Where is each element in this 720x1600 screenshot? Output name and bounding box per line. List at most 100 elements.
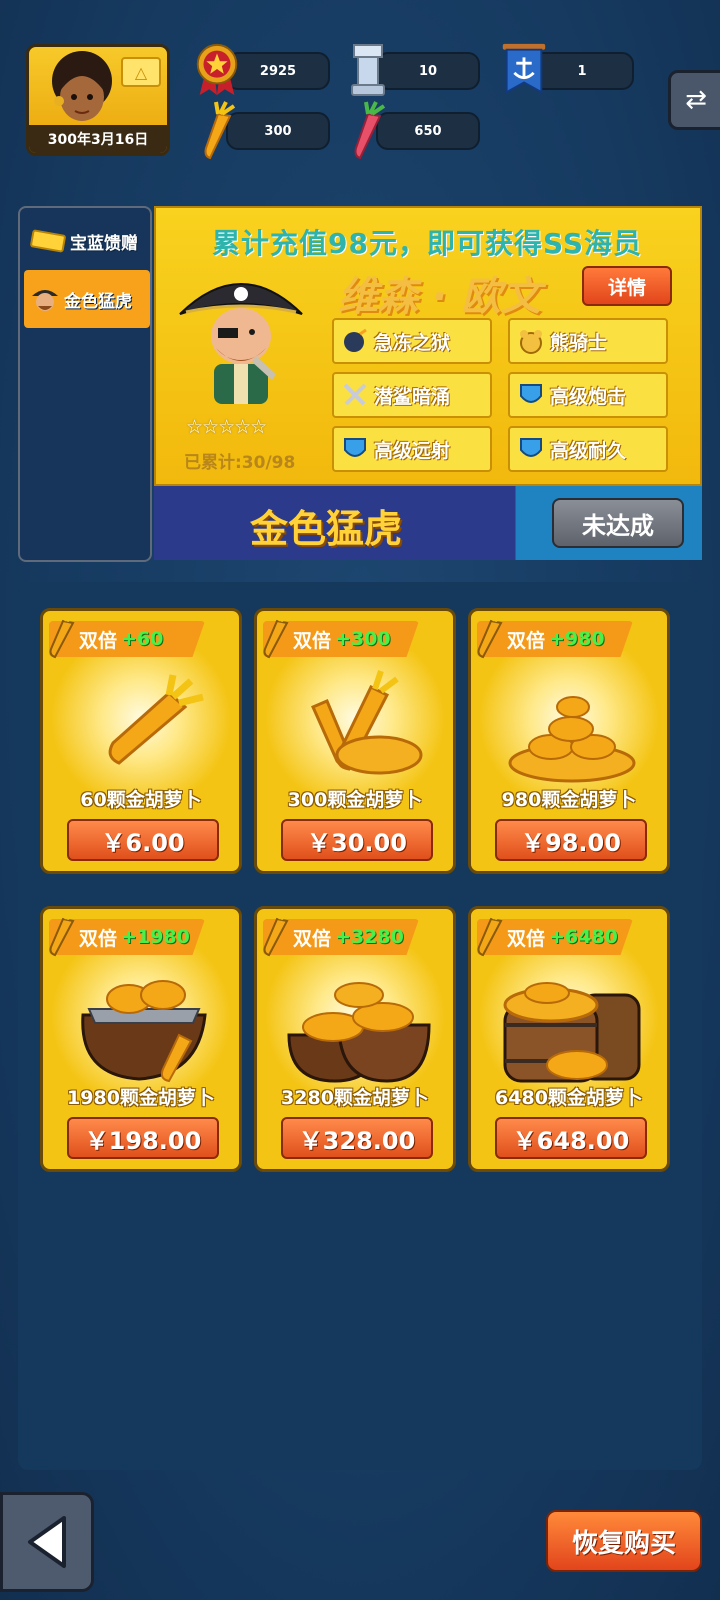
item-label: 3280颗金胡萝卜: [281, 1087, 429, 1109]
bonus-amount: +1980: [121, 926, 190, 948]
double-label: 双倍: [507, 629, 546, 652]
pirate-captain-icon: [179, 283, 303, 404]
rating-stars: ☆☆☆☆☆: [186, 416, 267, 438]
swap-button[interactable]: ⇄: [668, 70, 720, 130]
player-avatar[interactable]: △ 300年3月16日: [26, 44, 170, 156]
rank-triangle-icon: △: [121, 57, 161, 87]
stat-anchor-value: 1: [577, 63, 587, 79]
bonus-amount: +980: [549, 628, 605, 650]
tier-status-bar: 金色猛虎 未达成: [154, 486, 702, 560]
stat-tower-value: 10: [418, 63, 438, 79]
carrot-bag-icon: [81, 980, 207, 1083]
price-button[interactable]: ￥648.00: [495, 1117, 647, 1159]
tab-blue-gift[interactable]: 宝蓝馈赠: [24, 212, 150, 270]
shield-icon: [520, 438, 542, 457]
ticket-icon: [30, 229, 66, 253]
skill-frozen-hell[interactable]: 急冻之狱: [332, 318, 492, 364]
promo-character-name: 维森 · 欧文: [338, 274, 542, 320]
stat-red-carrot-value: 650: [414, 123, 442, 139]
double-label: 双倍: [293, 927, 332, 950]
back-button[interactable]: [0, 1492, 94, 1592]
skill-shark-undercurrent[interactable]: 潜鲨暗涌: [332, 372, 492, 418]
item-label: 300颗金胡萝卜: [287, 789, 423, 811]
item-label: 980颗金胡萝卜: [501, 789, 637, 811]
carrot-pile-icon: [508, 696, 636, 783]
gold-carrot-icon: [204, 101, 236, 160]
badge-carrot-icon: [263, 611, 292, 659]
skill-label: 潜鲨暗涌: [374, 385, 451, 408]
store-item-3280[interactable]: 双倍 +3280 3280颗金胡萝卜 ￥328.00: [254, 906, 456, 1172]
item-label: 60颗金胡萝卜: [80, 789, 202, 811]
double-label: 双倍: [79, 629, 118, 652]
star-medal-icon: [196, 43, 238, 95]
skill-advanced-longshot[interactable]: 高级远射: [332, 426, 492, 472]
bear-icon: [520, 330, 542, 354]
store-item-60[interactable]: 双倍 +60 60颗金胡萝卜 ￥6.00: [40, 608, 242, 874]
stat-gold-carrot-value: 300: [264, 123, 292, 139]
anchor-banner-icon: [502, 43, 546, 94]
bonus-amount: +300: [335, 628, 391, 650]
price-button[interactable]: ￥98.00: [495, 819, 647, 861]
store-item-6480[interactable]: 双倍 +6480 6480颗金胡萝卜 ￥648.00: [468, 906, 670, 1172]
badge-carrot-icon: [477, 611, 506, 659]
carrot-barrel-icon: [503, 982, 641, 1083]
tab-golden-tiger[interactable]: 金色猛虎: [24, 270, 150, 328]
game-date: 300年3月16日: [29, 125, 167, 153]
details-button[interactable]: 详情: [582, 266, 672, 306]
back-arrow-icon: [28, 1516, 66, 1568]
store-item-980[interactable]: 双倍 +980 980颗金胡萝卜 ￥98.00: [468, 608, 670, 874]
stat-tower: 10: [376, 52, 480, 90]
badge-carrot-icon: [49, 909, 78, 957]
single-carrot-icon: [108, 674, 204, 765]
tab-blue-gift-label: 宝蓝馈赠: [70, 233, 138, 254]
price-button[interactable]: ￥30.00: [281, 819, 433, 861]
stat-medal-value: 2925: [259, 63, 297, 79]
skill-label: 高级远射: [374, 439, 451, 462]
tab-golden-tiger-label: 金色猛虎: [64, 291, 132, 312]
skill-label: 急冻之狱: [374, 331, 451, 354]
shield-icon: [344, 438, 366, 457]
bonus-amount: +6480: [549, 926, 618, 948]
badge-carrot-icon: [49, 611, 78, 659]
carrot-bags-icon: [287, 982, 431, 1083]
bonus-amount: +60: [121, 628, 164, 650]
pirate-avatar-icon: [32, 290, 58, 311]
recharge-progress: 已累计:30/98: [184, 453, 296, 473]
store-item-300[interactable]: 双倍 +300 300颗金胡萝卜 ￥30.00: [254, 608, 456, 874]
promo-banner: 累计充值98元，即可获得SS海员 维森 · 欧文 详情 ☆☆☆☆☆ 已累计:30…: [154, 206, 702, 486]
double-label: 双倍: [79, 927, 118, 950]
price-button[interactable]: ￥198.00: [67, 1117, 219, 1159]
red-carrot-icon: [354, 101, 386, 160]
bonus-amount: +3280: [335, 926, 404, 948]
skill-label: 熊骑士: [550, 331, 608, 354]
double-label: 双倍: [507, 927, 546, 950]
item-label: 1980颗金胡萝卜: [67, 1087, 215, 1109]
stat-red-carrot: 650: [376, 112, 480, 150]
item-label: 6480颗金胡萝卜: [495, 1087, 643, 1109]
badge-carrot-icon: [477, 909, 506, 957]
price-button[interactable]: ￥6.00: [67, 819, 219, 861]
store-item-1980[interactable]: 双倍 +1980 1980颗金胡萝卜 ￥198.00: [40, 906, 242, 1172]
store-panel: 双倍 +60 60颗金胡萝卜 ￥6.00 双倍 +300 300颗金胡萝卜 ￥3…: [18, 582, 702, 1470]
unmet-status-button[interactable]: 未达成: [552, 498, 684, 548]
double-label: 双倍: [293, 629, 332, 652]
player-portrait-icon: [52, 51, 112, 121]
swap-icon: ⇄: [685, 85, 707, 115]
price-button[interactable]: ￥328.00: [281, 1117, 433, 1159]
carrot-pair-icon: [311, 670, 423, 775]
skill-advanced-durability[interactable]: 高级耐久: [508, 426, 668, 472]
bomb-icon: [344, 328, 367, 352]
tier-title: 金色猛虎: [250, 507, 403, 551]
skill-label: 高级耐久: [550, 439, 627, 462]
skill-advanced-bombard[interactable]: 高级炮击: [508, 372, 668, 418]
side-tab-panel: 宝蓝馈赠 金色猛虎: [18, 206, 152, 562]
badge-carrot-icon: [263, 909, 292, 957]
tower-icon: [351, 44, 385, 96]
restore-purchase-button[interactable]: 恢复购买: [546, 1510, 702, 1572]
promo-headline: 累计充值98元，即可获得SS海员: [212, 227, 643, 260]
shield-icon: [520, 384, 542, 403]
skill-label: 高级炮击: [550, 385, 627, 408]
stat-gold-carrot: 300: [226, 112, 330, 150]
skill-bear-knight[interactable]: 熊骑士: [508, 318, 668, 364]
swords-icon: [343, 383, 367, 406]
